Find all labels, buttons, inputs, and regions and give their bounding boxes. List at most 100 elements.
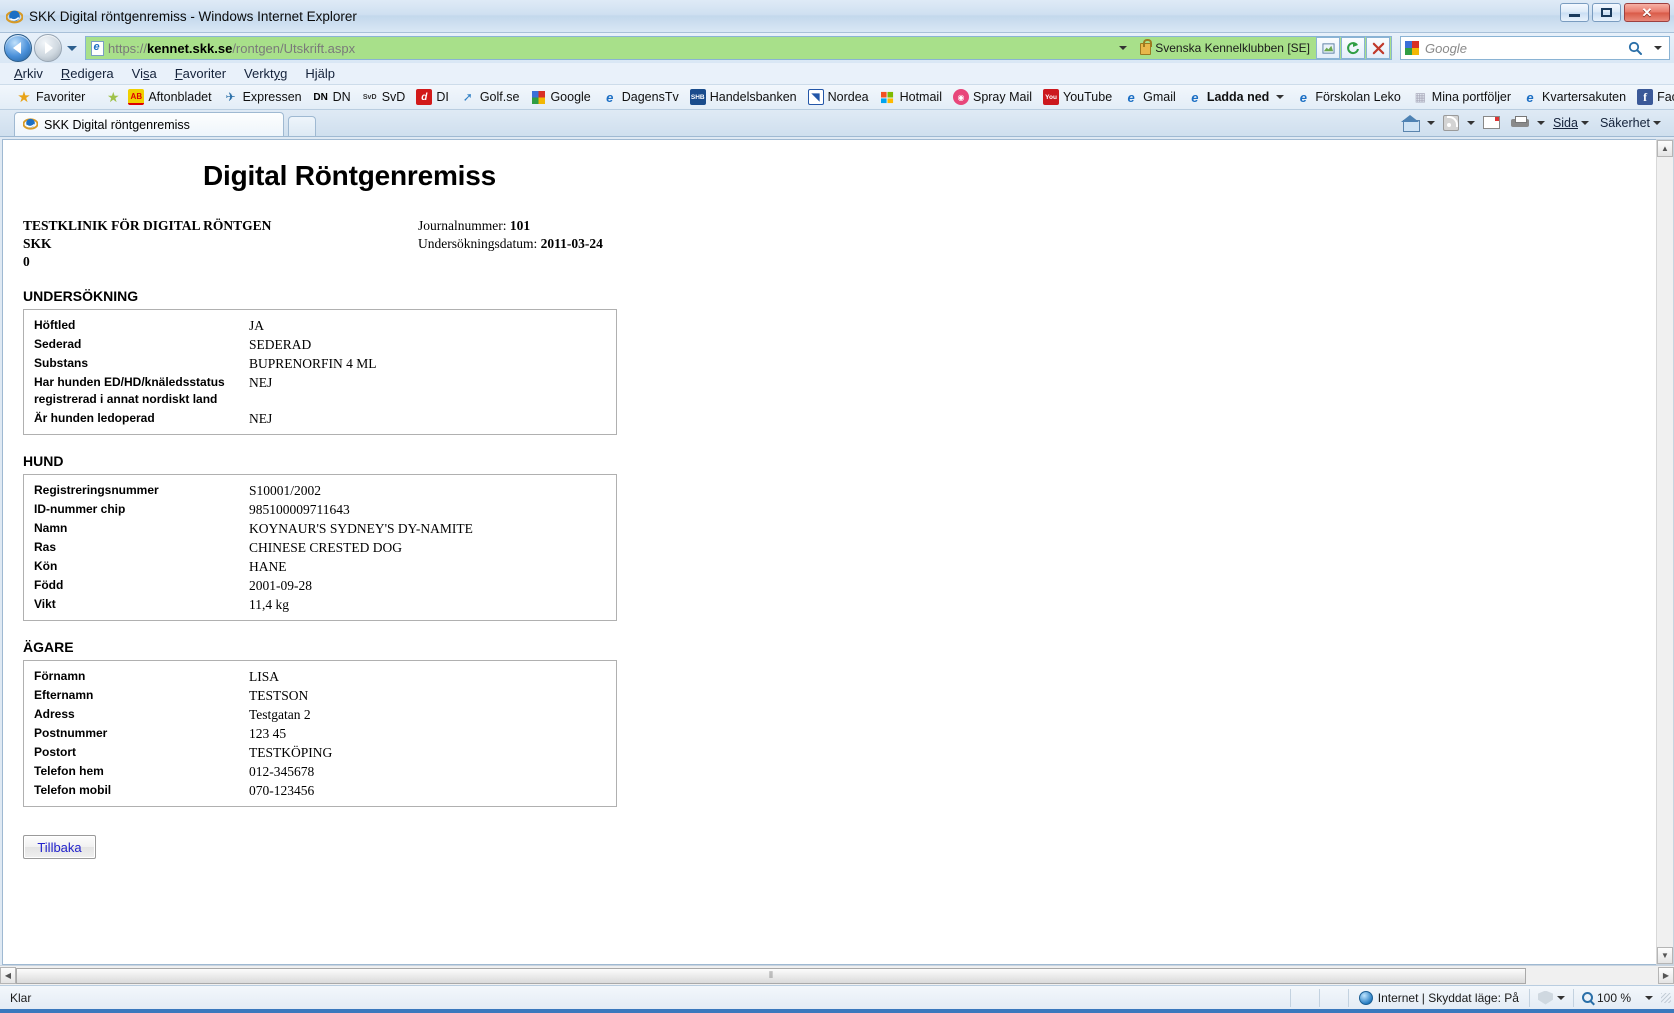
vertical-scrollbar[interactable]: ▲ ▼ [1656,139,1674,965]
table-row: ID-nummer chip 985100009711643 [24,500,616,519]
scroll-left-button[interactable]: ◀ [0,967,16,984]
scroll-right-button[interactable]: ▶ [1658,967,1674,984]
globe-icon [1358,990,1373,1005]
row-label: Telefon hem [34,764,104,778]
favorite-hotmail[interactable]: Hotmail [876,88,946,106]
row-value: 985100009711643 [249,502,350,517]
add-to-favorites-bar-icon[interactable]: ★ [105,89,121,105]
favorite-handelsbanken[interactable]: SHB Handelsbanken [686,88,801,106]
favorite-label: Hotmail [899,90,942,104]
back-button-tillbaka[interactable]: Tillbaka [23,835,96,859]
favorite-forskolan-leko[interactable]: e Förskolan Leko [1291,88,1404,106]
row-value: NEJ [249,375,273,390]
menu-item-hjalp[interactable]: Hjälp [305,66,335,81]
favorite-label: DagensTv [621,90,679,104]
ie-page-icon: e [1299,89,1307,105]
golf-icon: ➚ [462,90,473,104]
favorite-label: Aftonbladet [148,90,212,104]
favorite-gmail[interactable]: e Gmail [1119,88,1180,106]
favorite-spray-mail[interactable]: ◉ Spray Mail [949,88,1036,106]
menu-item-arkiv[interactable]: Arkiv [14,66,43,81]
search-input[interactable]: Google [1423,41,1623,56]
row-label: Är hunden ledoperad [34,411,155,425]
close-button[interactable]: ✕ [1624,3,1670,22]
section-heading-undersokning: UNDERSÖKNING [23,288,139,304]
favorite-golf[interactable]: ➚ Golf.se [456,88,524,106]
privacy-indicator[interactable] [1530,990,1573,1005]
chevron-down-icon[interactable] [1536,120,1545,125]
safety-menu-button[interactable]: Säkerhet [1597,114,1664,132]
favorite-svd[interactable]: SvD SvD [358,88,410,106]
address-bar[interactable]: https://kennet.skk.se/rontgen/Utskrift.a… [85,36,1392,60]
security-zone-indicator[interactable]: Internet | Skyddat läge: På [1349,990,1529,1005]
url-path: /rontgen/Utskrift.aspx [232,40,356,56]
menu-item-favoriter[interactable]: Favoriter [175,66,226,81]
menu-item-redigera[interactable]: Redigera [61,66,114,81]
favorite-dagenstv[interactable]: e DagensTv [598,88,683,106]
favorite-ladda-ned[interactable]: e Ladda ned [1183,88,1289,106]
favorite-dn[interactable]: DN DN [309,88,355,106]
refresh-button[interactable] [1341,37,1365,59]
youtube-icon: You [1043,89,1060,105]
menu-item-verktyg[interactable]: Verktyg [244,66,287,81]
tab-skk-digital-rontgenremiss[interactable]: SKK Digital röntgenremiss [14,112,284,136]
feeds-button[interactable] [1440,113,1462,133]
row-value: 123 45 [249,726,287,741]
favorite-mina-portfoljer[interactable]: ▦ Mina portföljer [1408,88,1515,106]
compatibility-view-button[interactable] [1316,37,1340,59]
page-menu-button[interactable]: Sida [1550,114,1592,132]
minimize-button[interactable] [1560,3,1589,22]
favorite-di[interactable]: d DI [412,88,453,106]
row-value: TESTSON [249,688,309,703]
favorite-expressen[interactable]: ✈ Expressen [219,88,306,106]
security-certificate-indicator[interactable]: Svenska Kennelklubben [SE] [1134,39,1316,55]
home-button[interactable] [1399,113,1422,132]
favorites-button[interactable]: ★ Favoriter [12,88,89,106]
mail-icon [1482,116,1500,129]
print-button[interactable] [1508,114,1532,132]
favorite-nordea[interactable]: ◥ Nordea [804,88,873,106]
table-row: Kön HANE [24,557,616,576]
row-label: Namn [34,521,68,535]
page-title: Digital Röntgenremiss [203,160,496,191]
ie-page-icon: e [1191,89,1199,105]
section-heading-agare: ÄGARE [23,639,74,655]
scroll-down-button[interactable]: ▼ [1657,947,1673,964]
zoom-control[interactable]: 100 % [1574,991,1661,1005]
favorite-facebook[interactable]: fFacebook [1633,88,1674,106]
mail-button[interactable] [1480,114,1503,131]
resize-grip[interactable] [1661,992,1671,1003]
forward-button[interactable] [34,34,62,62]
page-menu-label: Sida [1552,115,1578,130]
favorite-label: YouTube [1063,90,1113,104]
horizontal-scroll-thumb[interactable]: ⦀ [16,967,1526,984]
command-bar: Sida Säkerhet [1399,109,1674,136]
row-label: Förnamn [34,669,86,683]
favorite-label: Spray Mail [972,90,1033,104]
table-row: Telefon mobil 070-123456 [24,781,616,800]
favorite-label: Förskolan Leko [1315,90,1401,104]
back-button[interactable] [4,34,32,62]
favorite-youtube[interactable]: You YouTube [1039,88,1116,106]
url-host: kennet.skk.se [147,40,233,56]
search-box[interactable]: Google [1400,36,1670,60]
horizontal-scrollbar[interactable]: ◀ ⦀ ▶ [0,965,1674,985]
magnifier-icon [1581,992,1593,1003]
chevron-down-icon[interactable] [1466,120,1475,125]
favorite-label: SvD [381,90,406,104]
table-row: Postnummer 123 45 [24,724,616,743]
stop-button[interactable] [1366,37,1390,59]
new-tab-button[interactable] [288,116,316,136]
address-dropdown-button[interactable] [1112,46,1134,50]
recent-pages-button[interactable] [64,45,80,51]
favorite-kvartersakuten[interactable]: e Kvartersakuten [1518,88,1630,106]
favorite-google[interactable]: Google [526,88,594,106]
search-dropdown-button[interactable] [1647,46,1669,50]
chevron-down-icon[interactable] [1426,120,1435,125]
menu-item-visa[interactable]: Visa [132,66,157,81]
scroll-up-button[interactable]: ▲ [1657,140,1673,157]
maximize-button[interactable] [1592,3,1621,22]
favorite-aftonbladet[interactable]: AB Aftonbladet [124,88,215,106]
journal-number-label: Journalnummer: [418,218,507,233]
search-icon[interactable] [1623,41,1647,55]
